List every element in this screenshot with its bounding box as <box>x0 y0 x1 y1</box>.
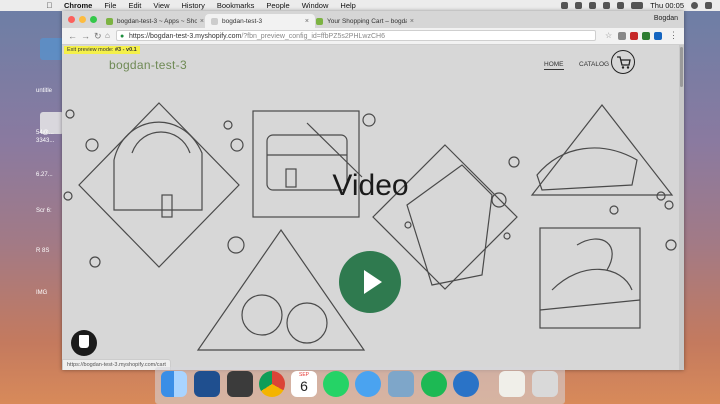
menu-help[interactable]: Help <box>340 1 355 10</box>
glasses-lens-drawing <box>286 302 328 344</box>
desktop-icon-label: 6.27... <box>36 172 53 178</box>
store-logo[interactable]: bogdan-test-3 <box>109 58 187 72</box>
trash-icon[interactable] <box>532 371 558 397</box>
document-icon[interactable] <box>499 371 525 397</box>
url-path: /?fbn_preview_config_id=ffbPZ5s2PHLwzCH6 <box>241 33 385 40</box>
quicktime-icon[interactable] <box>453 371 479 397</box>
dock: SEP 6 <box>155 367 565 404</box>
wifi-icon[interactable] <box>603 2 611 9</box>
tray-app-icon[interactable] <box>589 2 597 9</box>
battery-icon[interactable] <box>631 2 644 9</box>
desktop-icon-label: 54@... <box>36 130 54 136</box>
address-bar[interactable]: ● https://bogdan-test-3.myshopify.com/?f… <box>116 30 596 41</box>
store-favicon-icon <box>211 17 218 25</box>
shopify-favicon-icon <box>106 17 113 25</box>
cart-button[interactable] <box>611 50 635 74</box>
menu-edit[interactable]: Edit <box>128 1 141 10</box>
browser-window: bogdan-test-3 ~ Apps ~ Shop × bogdan-tes… <box>62 11 684 370</box>
browser-toolbar: ← → ↻ ⌂ ● https://bogdan-test-3.myshopif… <box>62 28 684 45</box>
close-window-button[interactable] <box>68 16 75 23</box>
background-illustration <box>63 102 677 351</box>
bag-handle-drawing <box>131 131 191 154</box>
menu-bar:  Chrome File Edit View History Bookmark… <box>0 0 720 11</box>
close-tab-icon[interactable]: × <box>200 18 204 25</box>
menu-bookmarks[interactable]: Bookmarks <box>217 1 255 10</box>
desktop-icon-label: Scr 6: <box>36 208 52 214</box>
shopify-favicon-icon <box>316 17 323 25</box>
calendar-icon[interactable]: SEP 6 <box>291 371 317 397</box>
hat-drawing <box>551 268 633 291</box>
vscode-icon[interactable] <box>194 371 220 397</box>
menu-people[interactable]: People <box>266 1 289 10</box>
tab-shopify-apps[interactable]: bogdan-test-3 ~ Apps ~ Shop × <box>100 14 210 28</box>
store-page: Exit preview mode: #3 - v0.1 bogdan-test… <box>62 45 679 370</box>
exit-preview-bar[interactable]: Exit preview mode: #3 - v0.1 <box>64 46 140 54</box>
desktop-icon[interactable] <box>40 38 64 60</box>
back-icon[interactable]: ← <box>68 31 77 41</box>
forward-icon[interactable]: → <box>81 31 90 41</box>
extension-icon[interactable] <box>642 32 650 40</box>
whatsapp-icon[interactable] <box>323 371 349 397</box>
menu-app-name[interactable]: Chrome <box>64 1 92 10</box>
tab-bar: bogdan-test-3 ~ Apps ~ Shop × bogdan-tes… <box>62 11 684 29</box>
home-icon[interactable]: ⌂ <box>105 31 110 41</box>
nav-catalog-link[interactable]: CATALOG <box>579 61 609 68</box>
scrollbar-thumb[interactable] <box>680 47 683 87</box>
sublime-icon[interactable] <box>227 371 253 397</box>
extension-icon[interactable] <box>630 32 638 40</box>
menu-view[interactable]: View <box>153 1 169 10</box>
preview-icon[interactable] <box>388 371 414 397</box>
minimize-window-button[interactable] <box>79 16 86 23</box>
square-frame <box>539 227 641 329</box>
messages-icon[interactable] <box>355 371 381 397</box>
search-icon[interactable] <box>691 2 698 9</box>
tray-app-icon[interactable] <box>575 2 583 9</box>
tray-app-icon[interactable] <box>561 2 569 9</box>
calendar-day: 6 <box>300 378 308 394</box>
zoom-window-button[interactable] <box>90 16 97 23</box>
bookmark-star-icon[interactable]: ☆ <box>605 31 612 40</box>
menu-window[interactable]: Window <box>302 1 329 10</box>
shopify-bag-icon[interactable] <box>71 330 97 356</box>
desktop-icon-label: IMG <box>36 290 48 296</box>
extension-icon[interactable] <box>654 32 662 40</box>
cart-icon <box>617 56 631 69</box>
menu-file[interactable]: File <box>104 1 116 10</box>
window-controls <box>68 16 97 23</box>
glasses-lens-drawing <box>241 294 283 336</box>
preview-version: #3 - v0.1 <box>115 47 137 53</box>
spotify-icon[interactable] <box>421 371 447 397</box>
tab-bogdan-test-3[interactable]: bogdan-test-3 × <box>205 14 315 28</box>
volume-icon[interactable] <box>617 2 625 9</box>
tab-shopping-cart[interactable]: Your Shopping Cart – bogdan × <box>310 14 420 28</box>
close-tab-icon[interactable]: × <box>410 18 414 25</box>
menu-history[interactable]: History <box>182 1 205 10</box>
finder-icon[interactable] <box>161 371 187 397</box>
chrome-menu-icon[interactable]: ⋮ <box>669 30 678 41</box>
menubar-clock[interactable]: Thu 00:05 <box>650 1 684 10</box>
preview-label: Exit preview mode: <box>67 47 114 53</box>
page-scrollbar[interactable] <box>679 45 684 370</box>
desktop-icon-label: 3343... <box>36 138 55 144</box>
apple-icon[interactable]:  <box>45 1 54 10</box>
extension-icon[interactable] <box>618 32 626 40</box>
chrome-icon[interactable] <box>259 371 285 397</box>
notification-center-icon[interactable] <box>705 2 712 9</box>
nav-home-link[interactable]: HOME <box>544 61 564 70</box>
reload-icon[interactable]: ↻ <box>94 31 102 41</box>
profile-button[interactable]: Bogdan <box>654 15 678 22</box>
close-tab-icon[interactable]: × <box>305 18 309 25</box>
url-host: https://bogdan-test-3.myshopify.com <box>129 33 242 40</box>
video-section-title: Video <box>332 169 409 202</box>
play-video-button[interactable] <box>339 251 401 313</box>
feather-drawing <box>576 238 613 271</box>
desktop-icon-label: R 8S <box>36 248 50 254</box>
lock-icon: ● <box>120 33 125 40</box>
desktop-icon-label: untitle <box>36 88 53 94</box>
